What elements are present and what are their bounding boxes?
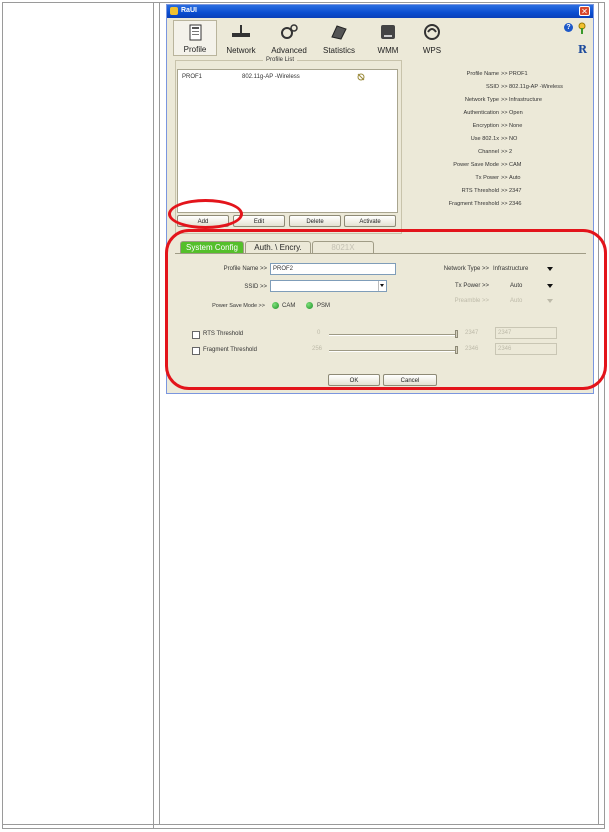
wps-icon [424,24,440,40]
profile-icon [189,24,202,41]
annotation-rounded-box [165,229,607,390]
toolbar-label: Statistics [322,46,355,55]
help-icon[interactable]: ? [564,23,573,32]
brand-logo: R [577,43,587,56]
profile-row-ssid: 802.11g-AP -Wireless [242,74,300,80]
connected-icon [357,73,365,81]
delete-button[interactable]: Delete [289,215,341,227]
profile-row-name: PROF1 [182,74,203,80]
toolbar-label: Network [226,46,256,55]
toolbar: Profile Network Advanced Statistics WMM [167,18,593,58]
window-title: RaUI [181,7,197,14]
title-bar[interactable]: RaUI ✕ [167,5,593,18]
app-icon [170,7,178,15]
activate-button[interactable]: Activate [344,215,396,227]
toolbar-wmm-button[interactable]: WMM [366,20,410,56]
profile-list-row[interactable]: PROF1 802.11g-AP -Wireless [182,73,394,83]
toolbar-profile-button[interactable]: Profile [173,20,217,56]
toolbar-wps-button[interactable]: WPS [410,20,454,56]
profile-list-legend: Profile List [263,57,298,63]
toolbar-network-button[interactable]: Network [219,20,263,56]
toolbar-label: Advanced [271,46,307,55]
toolbar-statistics-button[interactable]: Statistics [317,20,361,56]
document-left-column [2,2,154,829]
toolbar-advanced-button[interactable]: Advanced [267,20,311,56]
toolbar-label: Profile [183,45,207,54]
toolbar-label: WPS [422,46,442,55]
annotation-ellipse [168,199,243,229]
wmm-icon [381,25,395,39]
profile-list[interactable]: PROF1 802.11g-AP -Wireless [177,69,398,213]
advanced-icon [281,24,298,39]
toolbar-label: WMM [377,46,399,55]
document-bottom-rule [2,824,605,825]
statistics-icon [331,25,347,40]
key-icon [578,22,586,34]
close-button[interactable]: ✕ [579,6,590,16]
network-icon [232,25,250,37]
